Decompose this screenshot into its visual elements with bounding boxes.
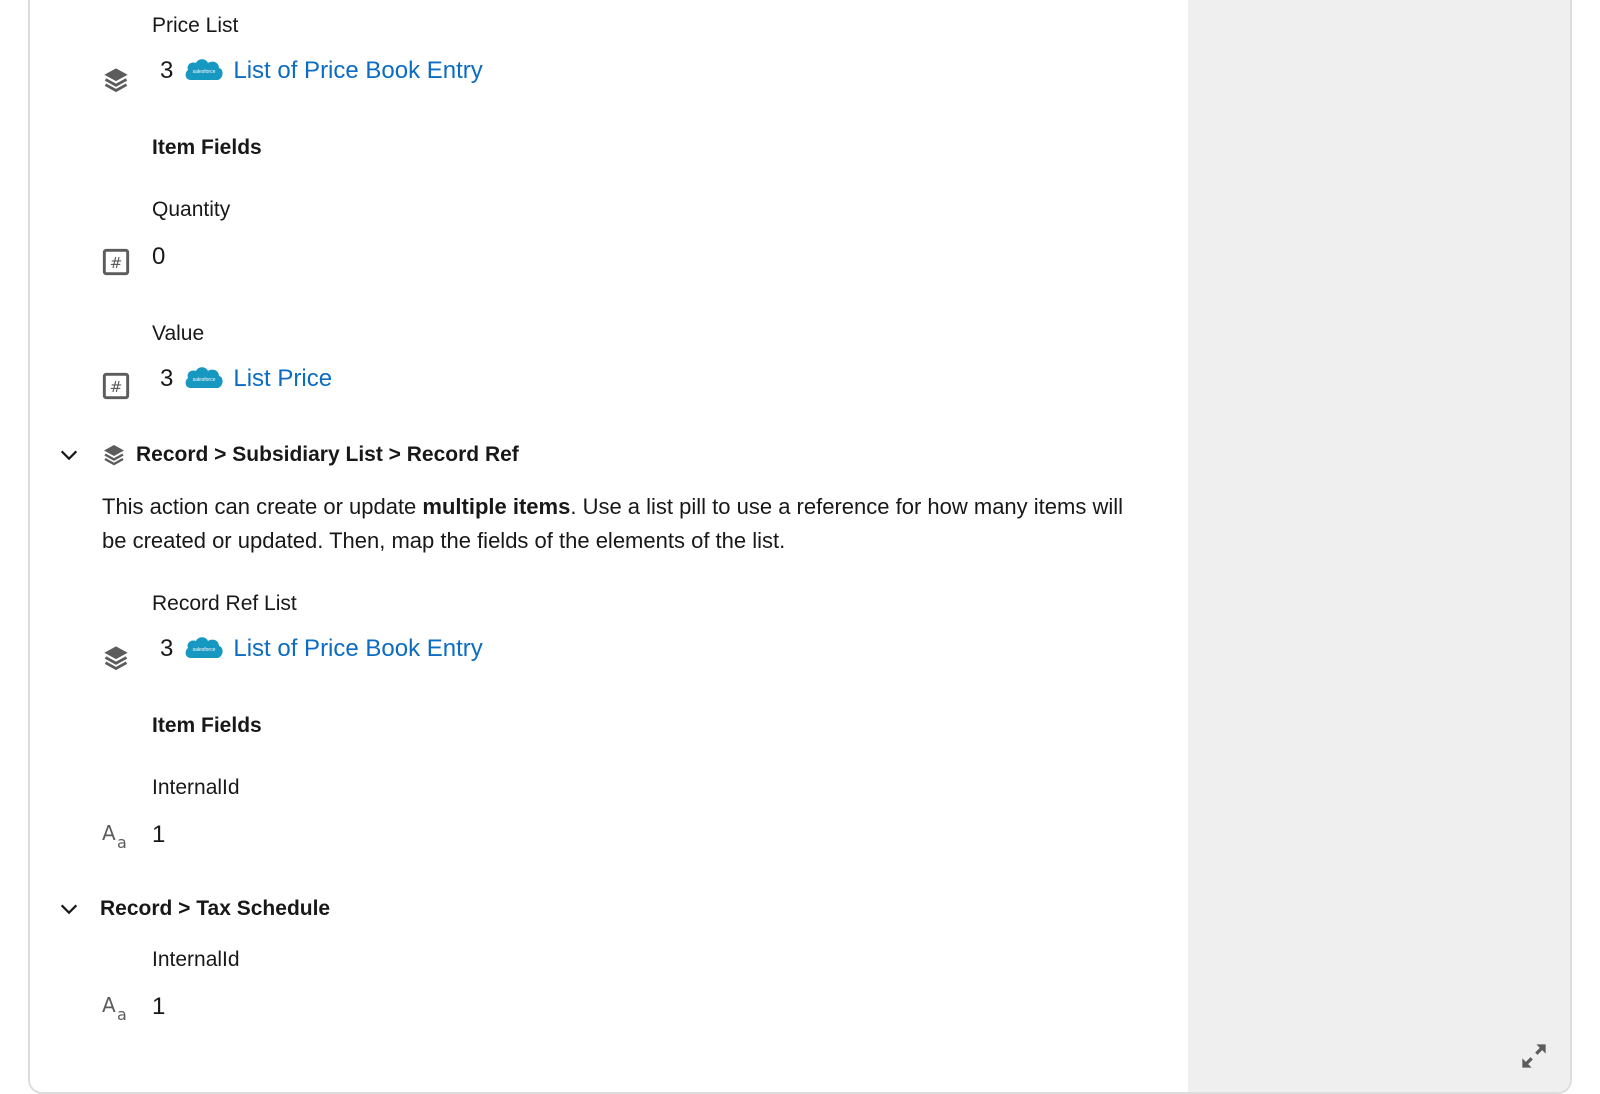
number-icon: #	[102, 248, 130, 276]
action-config-card: Price List 3 salesforce List of Price Bo…	[28, 0, 1572, 1094]
layers-icon	[104, 646, 128, 671]
subsidiary-section-header[interactable]: Record > Subsidiary List > Record Ref	[58, 440, 519, 470]
svg-text:salesforce: salesforce	[193, 647, 216, 653]
text-icon: A a	[102, 993, 127, 1022]
price-list-pill-link[interactable]: List of Price Book Entry	[233, 57, 482, 85]
chevron-down-icon[interactable]	[58, 898, 80, 920]
salesforce-logo-icon: salesforce	[185, 637, 223, 658]
item-fields-heading: Item Fields	[152, 714, 262, 737]
salesforce-logo-icon: salesforce	[185, 367, 223, 388]
expand-icon[interactable]	[1520, 1042, 1548, 1070]
svg-text:A: A	[102, 821, 116, 845]
subsidiary-section-title: Record > Subsidiary List > Record Ref	[136, 443, 519, 466]
salesforce-logo-icon: salesforce	[185, 59, 223, 80]
chevron-down-icon[interactable]	[58, 444, 80, 466]
svg-text:salesforce: salesforce	[193, 69, 216, 75]
svg-text:salesforce: salesforce	[193, 377, 216, 383]
item-fields-heading: Item Fields	[152, 136, 262, 159]
record-ref-list-pill-link[interactable]: List of Price Book Entry	[233, 635, 482, 663]
pill-step-number: 3	[160, 365, 174, 392]
mapping-content: Price List 3 salesforce List of Price Bo…	[30, 0, 1188, 1092]
svg-text:a: a	[117, 1005, 127, 1022]
internal-id-value[interactable]: 1	[152, 818, 165, 852]
record-ref-list-pill[interactable]: 3 salesforce List of Price Book Entry	[160, 632, 483, 666]
value-pill-link[interactable]: List Price	[233, 365, 332, 393]
layers-icon	[104, 445, 124, 466]
internal-id-label: InternalId	[152, 776, 240, 799]
side-panel	[1188, 0, 1570, 1092]
price-list-pill[interactable]: 3 salesforce List of Price Book Entry	[160, 54, 483, 88]
tax-section-header[interactable]: Record > Tax Schedule	[58, 894, 330, 924]
number-icon: #	[102, 372, 130, 400]
quantity-label: Quantity	[152, 198, 231, 221]
quantity-value[interactable]: 0	[152, 240, 165, 274]
pill-step-number: 3	[160, 57, 174, 84]
price-list-label: Price List	[152, 14, 239, 37]
pill-step-number: 3	[160, 635, 174, 662]
multiple-items-description: This action can create or update multipl…	[102, 494, 1123, 553]
svg-text:a: a	[117, 833, 127, 850]
svg-text:#: #	[110, 254, 123, 272]
tax-section-title: Record > Tax Schedule	[100, 897, 331, 920]
value-label: Value	[152, 322, 205, 345]
internal-id-value[interactable]: 1	[152, 990, 165, 1024]
value-pill[interactable]: 3 salesforce List Price	[160, 362, 332, 396]
svg-text:#: #	[110, 378, 123, 396]
text-icon: A a	[102, 821, 127, 850]
layers-icon	[104, 68, 128, 93]
internal-id-label: InternalId	[152, 948, 240, 971]
record-ref-list-label: Record Ref List	[152, 592, 297, 615]
svg-text:A: A	[102, 993, 116, 1017]
